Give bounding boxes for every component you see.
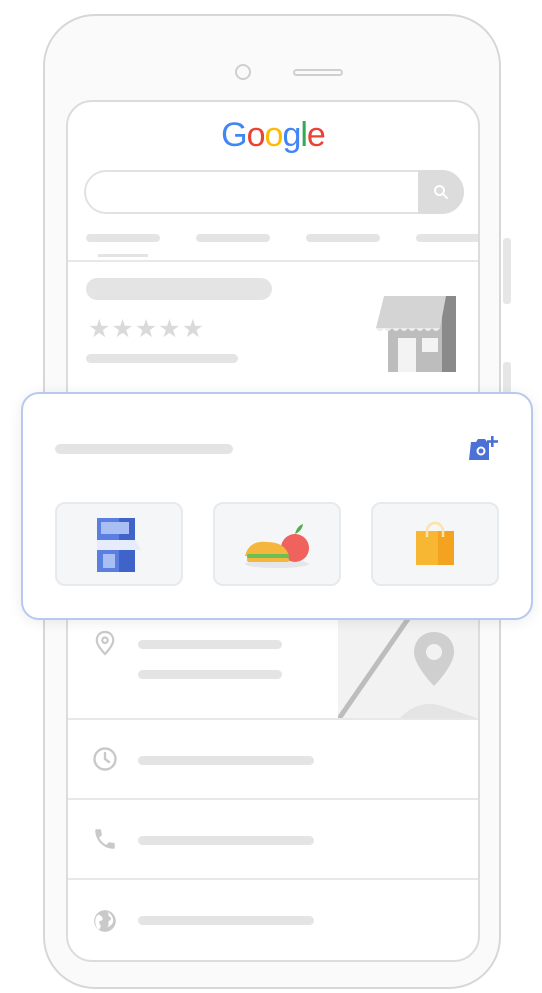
food-photo-tile[interactable] bbox=[213, 502, 341, 586]
hours-row-icon bbox=[92, 746, 118, 772]
globe-icon bbox=[94, 910, 116, 932]
map-icon[interactable] bbox=[338, 616, 480, 720]
product-photo-tile[interactable] bbox=[371, 502, 499, 586]
business-detail-placeholder bbox=[86, 354, 238, 363]
front-camera bbox=[235, 64, 251, 80]
location-row-icon bbox=[92, 630, 118, 656]
volume-button bbox=[503, 238, 511, 304]
logo-letter: g bbox=[282, 116, 301, 154]
address-line-placeholder bbox=[138, 640, 282, 649]
shopping-bag-icon bbox=[416, 521, 454, 565]
logo-letter: o bbox=[246, 116, 266, 154]
divider bbox=[68, 718, 478, 720]
card-title-placeholder bbox=[55, 444, 233, 454]
divider bbox=[68, 798, 478, 800]
divider bbox=[68, 878, 478, 880]
logo-letter: G bbox=[221, 116, 247, 154]
search-tabs bbox=[84, 234, 478, 244]
tab-placeholder[interactable] bbox=[416, 234, 478, 242]
tab-placeholder[interactable] bbox=[306, 234, 380, 242]
active-tab-indicator bbox=[98, 254, 148, 257]
earpiece-speaker bbox=[293, 69, 343, 76]
phone-icon bbox=[95, 829, 115, 849]
website-row-icon bbox=[92, 908, 118, 934]
add-photos-card bbox=[21, 392, 533, 620]
search-button[interactable] bbox=[418, 170, 464, 214]
address-line-placeholder bbox=[138, 670, 282, 679]
storefront-photo-tile[interactable] bbox=[55, 502, 183, 586]
clock-icon bbox=[93, 747, 117, 771]
search-input[interactable] bbox=[84, 170, 464, 214]
storefront-photo-icon bbox=[97, 518, 141, 572]
google-logo: Google bbox=[68, 116, 478, 155]
food-icon bbox=[245, 524, 309, 568]
search-icon bbox=[434, 185, 448, 199]
website-placeholder bbox=[138, 916, 314, 925]
phone-row-icon bbox=[92, 826, 118, 852]
storefront-icon bbox=[376, 296, 456, 372]
tab-placeholder[interactable] bbox=[196, 234, 270, 242]
rating-stars: ★★★★★ bbox=[88, 315, 206, 343]
logo-letter: o bbox=[264, 116, 284, 154]
add-photo-icon[interactable] bbox=[467, 434, 499, 464]
tab-placeholder[interactable] bbox=[86, 234, 160, 242]
phone-number-placeholder bbox=[138, 836, 314, 845]
divider bbox=[68, 260, 478, 262]
business-name-placeholder bbox=[86, 278, 272, 300]
logo-letter: e bbox=[306, 116, 326, 154]
location-pin-icon bbox=[95, 630, 115, 656]
hours-placeholder bbox=[138, 756, 314, 765]
